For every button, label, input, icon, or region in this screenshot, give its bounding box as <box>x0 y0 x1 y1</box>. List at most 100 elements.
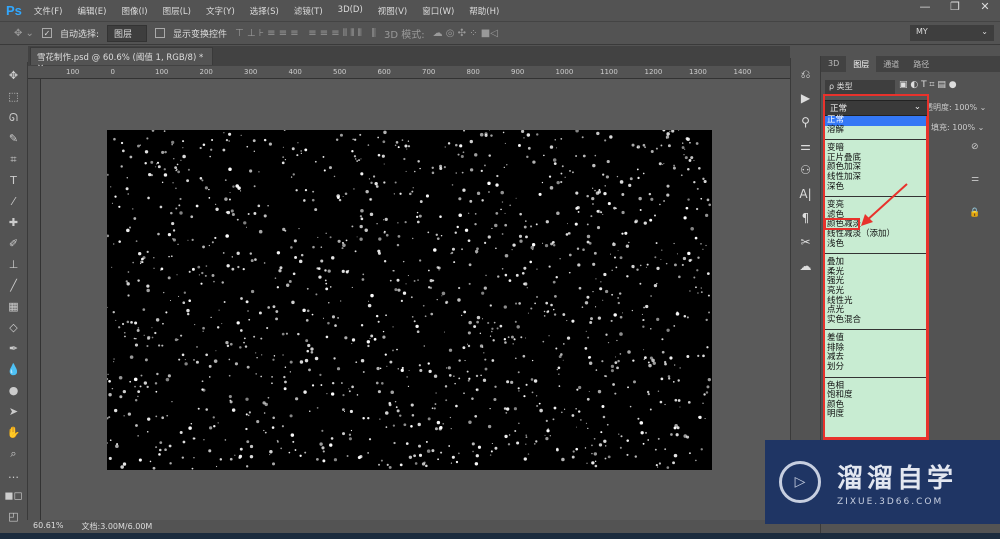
brush-tool-icon[interactable]: ✐ <box>9 234 18 253</box>
panel-tab[interactable]: 图层 <box>846 56 877 72</box>
gradient-tool-icon[interactable]: ▦ <box>8 297 18 316</box>
zoom-level[interactable]: 60.61% <box>33 521 64 532</box>
dodge-tool-icon[interactable]: ● <box>9 381 19 400</box>
stamp-tool-icon[interactable]: ⊥ <box>9 255 19 274</box>
history-icon[interactable]: ⎌ <box>801 62 811 86</box>
snowflake <box>353 155 357 158</box>
snowflake <box>164 448 167 452</box>
zoom-tool-icon[interactable]: ⌕ <box>10 444 16 463</box>
layer-filter[interactable]: ρ 类型 <box>825 80 895 94</box>
snowflake <box>644 356 647 359</box>
crop-tool-icon[interactable]: ⌗ <box>10 150 16 169</box>
text-tool-icon[interactable]: T <box>10 171 17 190</box>
pen-tool-icon[interactable]: ✒ <box>9 339 18 358</box>
blur-tool-icon[interactable]: 💧 <box>7 360 21 379</box>
snowflake <box>304 189 308 192</box>
snowflake <box>203 438 205 441</box>
quick-mask-icon[interactable]: ◰ <box>8 507 18 526</box>
workspace-select[interactable]: MY ⌄ <box>910 25 994 41</box>
snowflake <box>312 245 315 249</box>
restore-button[interactable]: ❐ <box>940 0 970 18</box>
snowflake <box>556 180 560 185</box>
snowflake <box>322 459 326 463</box>
snowflake <box>284 380 287 384</box>
panel-tab[interactable]: 3D <box>821 56 846 72</box>
doc-size[interactable]: 文档:3.00M/6.00M <box>82 521 153 532</box>
quick-select-icon[interactable]: ✎ <box>9 129 18 148</box>
snowflake <box>292 173 295 176</box>
more-tools-icon[interactable]: … <box>8 465 19 484</box>
menu-item[interactable]: 滤镜(T) <box>294 5 323 17</box>
snowflake <box>517 371 520 374</box>
menu-item[interactable]: 编辑(E) <box>77 5 106 17</box>
snowflake <box>494 446 498 450</box>
link-icon[interactable]: ⊘ <box>971 142 979 152</box>
ruler-tick-label: 100 <box>66 68 80 76</box>
menu-item[interactable]: 选择(S) <box>250 5 279 17</box>
document-tab[interactable]: 雪花制作.psd @ 60.6% (阈值 1, RGB/8) * × <box>30 47 213 73</box>
adjustments-icon[interactable]: ⚌ <box>800 134 811 158</box>
heal-tool-icon[interactable]: ✚ <box>9 213 18 232</box>
eraser-tool-icon[interactable]: ◇ <box>9 318 17 337</box>
hand-tool-icon[interactable]: ✋ <box>7 423 21 442</box>
menu-item[interactable]: 文件(F) <box>34 5 63 17</box>
snowflake <box>589 320 593 324</box>
mode-3d-label: 3D 模式: <box>383 29 425 41</box>
snowflake <box>403 423 407 427</box>
layer-settings-icon[interactable]: ⚌ <box>971 174 979 184</box>
lasso-tool-icon[interactable]: ᘏ <box>9 108 18 127</box>
marquee-tool-icon[interactable]: ⬚ <box>8 87 18 106</box>
snowflake <box>292 272 296 276</box>
menu-item[interactable]: 帮助(H) <box>469 5 499 17</box>
snowflake <box>518 422 520 425</box>
tools-icon[interactable]: ✂ <box>800 230 810 254</box>
snowflake <box>209 155 212 158</box>
libraries-icon[interactable]: ☁ <box>800 254 812 278</box>
snowflake <box>186 179 190 183</box>
snowflake <box>356 160 358 162</box>
move-tool-icon[interactable]: ✥ <box>9 66 18 85</box>
path-select-icon[interactable]: ➤ <box>9 402 18 421</box>
menu-item[interactable]: 窗口(W) <box>422 5 454 17</box>
snowflake <box>182 140 185 143</box>
snowflake <box>531 391 534 394</box>
panel-tab[interactable]: 路径 <box>906 56 936 72</box>
snowflake <box>555 276 558 279</box>
paragraph-icon[interactable]: ¶ <box>802 206 810 230</box>
snowflake <box>384 353 387 356</box>
line-tool-icon[interactable]: ╱ <box>10 276 17 295</box>
menu-item[interactable]: 3D(D) <box>338 5 363 17</box>
panel-tab[interactable]: 通道 <box>876 56 906 72</box>
3d-tools-icons[interactable]: ☁ ◎ ✣ ⁘ ■◁ <box>433 28 498 39</box>
menu-item[interactable]: 文字(Y) <box>206 5 235 17</box>
auto-select-checkbox[interactable]: ✓ <box>41 28 52 38</box>
snowflake <box>505 407 510 411</box>
snowflake <box>597 389 602 394</box>
clone-source-icon[interactable]: ⚇ <box>800 158 811 182</box>
align-icons[interactable]: ⊤ ⊥ ⊦ ≡ ≡ ≡ ≡ ≡ ≡ ⫴ ⫴ ⫴ ⫼ <box>235 28 376 39</box>
color-swatches[interactable]: ◼◻ <box>4 486 22 505</box>
snowflake <box>676 253 678 255</box>
document-canvas-snow[interactable] <box>107 130 712 470</box>
eyedropper-icon[interactable]: ⁄ <box>13 192 15 211</box>
auto-select-dropdown[interactable]: 图层 <box>106 24 147 42</box>
snowflake <box>230 209 234 213</box>
menu-item[interactable]: 图层(L) <box>163 5 191 17</box>
character-icon[interactable]: A| <box>799 182 811 206</box>
minimize-button[interactable]: — <box>910 0 940 18</box>
snowflake <box>107 442 108 444</box>
filter-icons[interactable]: ▣ ◐ T ⌗ ▤ ● <box>899 80 957 90</box>
snowflake <box>451 184 454 186</box>
menu-item[interactable]: 图像(I) <box>121 5 147 17</box>
snowflake <box>137 327 140 329</box>
snowflake <box>163 291 165 294</box>
brush-preset-icon[interactable]: ⚲ <box>801 110 810 134</box>
menu-item[interactable]: 视图(V) <box>378 5 407 17</box>
show-transform-checkbox[interactable] <box>154 28 165 38</box>
close-button[interactable]: ✕ <box>970 0 1000 18</box>
snowflake <box>703 393 706 396</box>
snowflake <box>516 325 520 329</box>
fill-control[interactable]: 填充: 100% ⌄ <box>931 122 984 133</box>
snowflake <box>673 164 676 167</box>
play-icon[interactable]: ▶ <box>801 86 810 110</box>
